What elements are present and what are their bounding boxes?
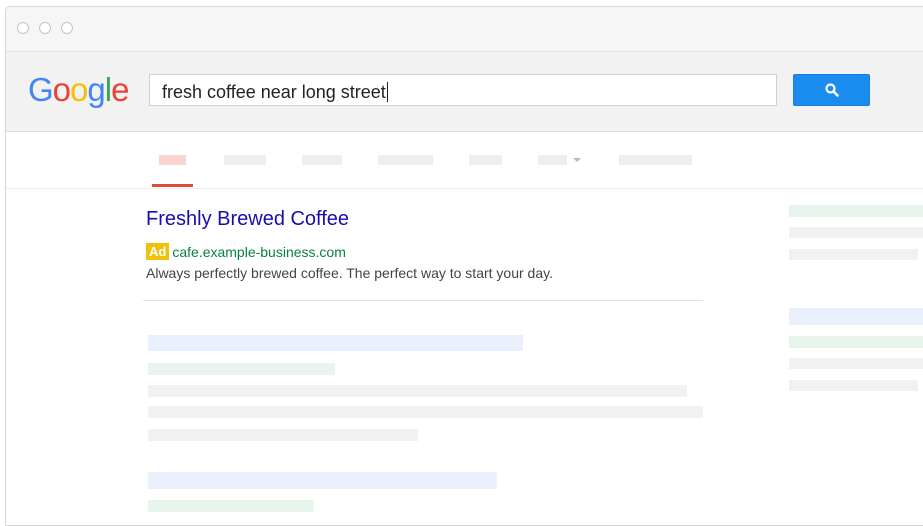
search-tabs xyxy=(6,132,923,189)
search-query-text: fresh coffee near long street xyxy=(162,82,386,102)
logo-letter: o xyxy=(70,71,88,108)
result-url-placeholder[interactable] xyxy=(148,363,335,375)
search-button[interactable] xyxy=(793,74,870,106)
side-panel-placeholder xyxy=(789,336,923,348)
result-snippet-placeholder xyxy=(148,385,687,397)
ad-badge: Ad xyxy=(146,243,170,261)
side-panel-placeholder xyxy=(789,227,923,238)
search-input[interactable]: fresh coffee near long street xyxy=(149,74,777,106)
maximize-window-button[interactable] xyxy=(61,22,73,34)
side-panel-placeholder xyxy=(789,205,923,217)
text-cursor xyxy=(386,82,388,102)
tab-all[interactable] xyxy=(159,155,186,165)
result-title-placeholder[interactable] xyxy=(148,335,523,351)
side-panel-placeholder xyxy=(789,380,918,391)
side-panel-placeholder xyxy=(789,249,918,260)
ad-result-url[interactable]: cafe.example-business.com xyxy=(172,244,346,260)
result-url-placeholder[interactable] xyxy=(148,500,314,512)
tab-placeholder[interactable] xyxy=(469,155,502,165)
side-panel-placeholder[interactable] xyxy=(789,308,923,325)
tab-more[interactable] xyxy=(538,155,567,165)
tab-placeholder[interactable] xyxy=(224,155,266,165)
result-snippet-placeholder xyxy=(148,429,418,441)
google-logo[interactable]: Google xyxy=(28,71,129,108)
tab-placeholder[interactable] xyxy=(378,155,433,165)
logo-letter: g xyxy=(87,71,105,108)
window-titlebar xyxy=(6,7,923,52)
logo-letter: o xyxy=(52,71,71,108)
close-window-button[interactable] xyxy=(17,22,29,34)
logo-letter: e xyxy=(111,71,129,108)
results-divider xyxy=(143,300,703,301)
result-snippet-placeholder xyxy=(148,406,703,418)
ad-result-description: Always perfectly brewed coffee. The perf… xyxy=(146,265,553,281)
tab-tools[interactable] xyxy=(619,155,692,165)
ad-result-title[interactable]: Freshly Brewed Coffee xyxy=(146,208,349,231)
ad-result-url-line: Ad cafe.example-business.com xyxy=(146,243,346,261)
chevron-down-icon xyxy=(573,158,581,162)
result-title-placeholder[interactable] xyxy=(148,472,497,489)
logo-letter: G xyxy=(28,71,54,108)
search-header: Google fresh coffee near long street xyxy=(6,52,923,132)
tab-placeholder[interactable] xyxy=(302,155,342,165)
side-panel-placeholder xyxy=(789,358,923,369)
active-tab-indicator xyxy=(152,184,193,187)
minimize-window-button[interactable] xyxy=(39,22,51,34)
search-icon xyxy=(825,83,839,97)
